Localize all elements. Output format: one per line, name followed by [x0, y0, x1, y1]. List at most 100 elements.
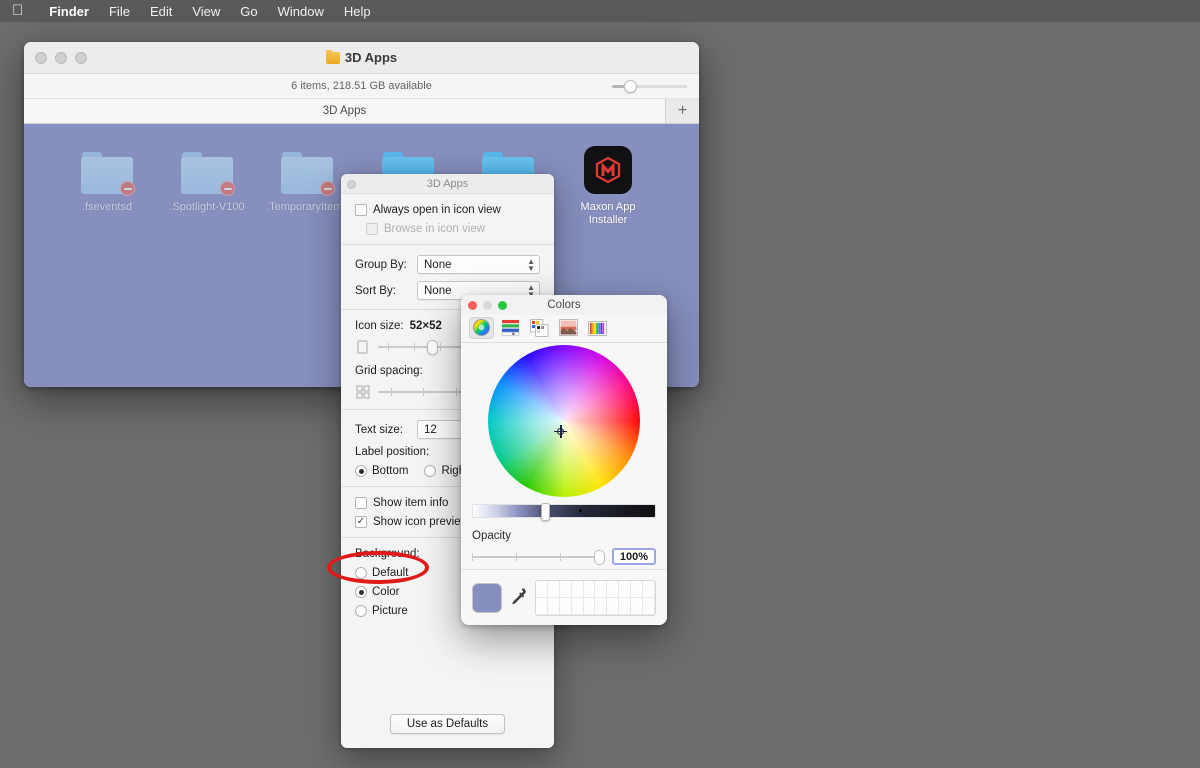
background-color-label: Color — [372, 586, 399, 598]
swatch-cell[interactable] — [595, 581, 607, 598]
swatch-cell[interactable] — [607, 581, 619, 598]
radio-bottom[interactable] — [355, 465, 367, 477]
view-options-title: 3D Apps — [427, 178, 469, 190]
pencils-mode-button[interactable] — [585, 317, 610, 339]
maxon-app-icon — [584, 146, 632, 194]
apple-logo-icon[interactable]:  — [12, 3, 23, 18]
swatch-cell[interactable] — [548, 598, 560, 615]
swatch-cell[interactable] — [560, 598, 572, 615]
always-open-icon-view-label: Always open in icon view — [373, 204, 501, 216]
swatch-cell[interactable] — [619, 581, 631, 598]
folder-icon — [81, 152, 133, 194]
radio-background-color[interactable] — [355, 586, 367, 598]
always-open-icon-view-checkbox[interactable]: ✓ — [355, 204, 367, 216]
color-wheel-area[interactable] — [461, 343, 667, 498]
swatch-cell[interactable] — [595, 598, 607, 615]
item-label: .fseventsd — [61, 201, 153, 214]
icon-zoom-slider[interactable] — [612, 85, 687, 88]
image-palettes-icon — [559, 319, 578, 336]
swatch-cell[interactable] — [607, 598, 619, 615]
new-tab-button[interactable]: + — [665, 99, 699, 123]
colors-window-controls[interactable] — [468, 301, 507, 310]
colors-panel-title: Colors — [547, 299, 580, 311]
color-wheel-cursor-icon[interactable] — [554, 425, 567, 438]
menu-item-view[interactable]: View — [182, 0, 230, 22]
group-by-select[interactable]: None ▲▼ — [417, 255, 540, 274]
status-text: 6 items, 218.51 GB available — [291, 80, 432, 92]
eyedropper-icon[interactable] — [510, 586, 527, 610]
folder-icon — [181, 152, 233, 194]
view-options-titlebar[interactable]: 3D Apps — [341, 174, 554, 194]
opacity-slider-knob[interactable] — [594, 550, 605, 565]
item-label: Maxon App Installer — [562, 201, 654, 227]
group-by-value: None — [424, 259, 452, 271]
icon-size-slider-knob[interactable] — [427, 340, 438, 355]
menu-item-help[interactable]: Help — [334, 0, 381, 22]
current-color-swatch[interactable] — [472, 583, 502, 613]
radio-background-picture[interactable] — [355, 605, 367, 617]
menu-item-edit[interactable]: Edit — [140, 0, 182, 22]
color-wheel-mode-button[interactable] — [469, 317, 494, 339]
opacity-slider[interactable] — [472, 550, 605, 564]
maximize-button[interactable] — [498, 301, 507, 310]
swatch-cell[interactable] — [536, 581, 548, 598]
file-item-spotlight-v100[interactable]: .Spotlight-V100 — [161, 142, 253, 214]
folder-icon — [281, 152, 333, 194]
color-palettes-mode-button[interactable] — [527, 317, 552, 339]
window-title-text: 3D Apps — [345, 50, 397, 65]
grid-spacing-label: Grid spacing: — [355, 365, 423, 377]
menu-item-file[interactable]: File — [99, 0, 140, 22]
file-item-fseventsd[interactable]: .fseventsd — [61, 142, 153, 214]
close-button[interactable] — [468, 301, 477, 310]
radio-right[interactable] — [424, 465, 436, 477]
color-sliders-mode-button[interactable] — [498, 317, 523, 339]
background-picture-label: Picture — [372, 605, 408, 617]
slider-knob[interactable] — [624, 80, 637, 93]
label-position-bottom-option[interactable]: Bottom — [355, 465, 408, 477]
swatch-cell[interactable] — [631, 598, 643, 615]
color-swatch-grid[interactable] — [535, 580, 656, 616]
grid-glyph-icon — [355, 384, 371, 400]
swatch-cell[interactable] — [631, 581, 643, 598]
menu-item-finder[interactable]: Finder — [39, 0, 99, 22]
folder-icon — [326, 52, 340, 64]
colors-panel: Colors — [461, 295, 667, 625]
swatch-cell[interactable] — [584, 598, 596, 615]
colors-panel-titlebar[interactable]: Colors — [461, 295, 667, 315]
chevron-updown-icon: ▲▼ — [527, 258, 535, 272]
opacity-row: 100% — [472, 548, 656, 565]
file-item-maxon-app-installer[interactable]: Maxon App Installer — [562, 142, 654, 227]
browse-in-icon-view-checkbox: ✓ — [366, 223, 378, 235]
color-wheel[interactable] — [488, 345, 640, 497]
swatch-cell[interactable] — [584, 581, 596, 598]
minimize-button[interactable] — [483, 301, 492, 310]
menu-item-window[interactable]: Window — [268, 0, 334, 22]
swatch-cell[interactable] — [548, 581, 560, 598]
swatch-cell[interactable] — [572, 598, 584, 615]
menu-item-go[interactable]: Go — [230, 0, 267, 22]
brightness-slider-knob[interactable] — [541, 503, 550, 521]
file-item-temporaryitems[interactable]: .TemporaryItems — [261, 142, 353, 214]
swatch-cell[interactable] — [643, 581, 655, 598]
tab-3d-apps[interactable]: 3D Apps — [24, 99, 665, 123]
swatch-cell[interactable] — [619, 598, 631, 615]
radio-background-default[interactable] — [355, 567, 367, 579]
swatch-cell[interactable] — [560, 581, 572, 598]
item-icon — [562, 142, 654, 194]
brightness-slider[interactable] — [472, 504, 656, 518]
show-icon-preview-checkbox[interactable]: ✓ — [355, 516, 367, 528]
swatch-cell[interactable] — [572, 581, 584, 598]
show-item-info-checkbox[interactable]: ✓ — [355, 497, 367, 509]
swatch-cell[interactable] — [643, 598, 655, 615]
image-palettes-mode-button[interactable] — [556, 317, 581, 339]
swatch-cell[interactable] — [536, 598, 548, 615]
window-titlebar[interactable]: 3D Apps — [24, 42, 699, 74]
text-size-value: 12 — [424, 424, 437, 436]
always-open-icon-view-row[interactable]: ✓ Always open in icon view — [355, 204, 540, 216]
pencils-icon — [588, 319, 607, 337]
color-wheel-icon — [472, 318, 491, 337]
close-icon[interactable] — [347, 180, 356, 189]
opacity-value-field[interactable]: 100% — [612, 548, 656, 565]
use-as-defaults-button[interactable]: Use as Defaults — [390, 714, 505, 734]
view-options-footer: Use as Defaults — [341, 714, 554, 734]
